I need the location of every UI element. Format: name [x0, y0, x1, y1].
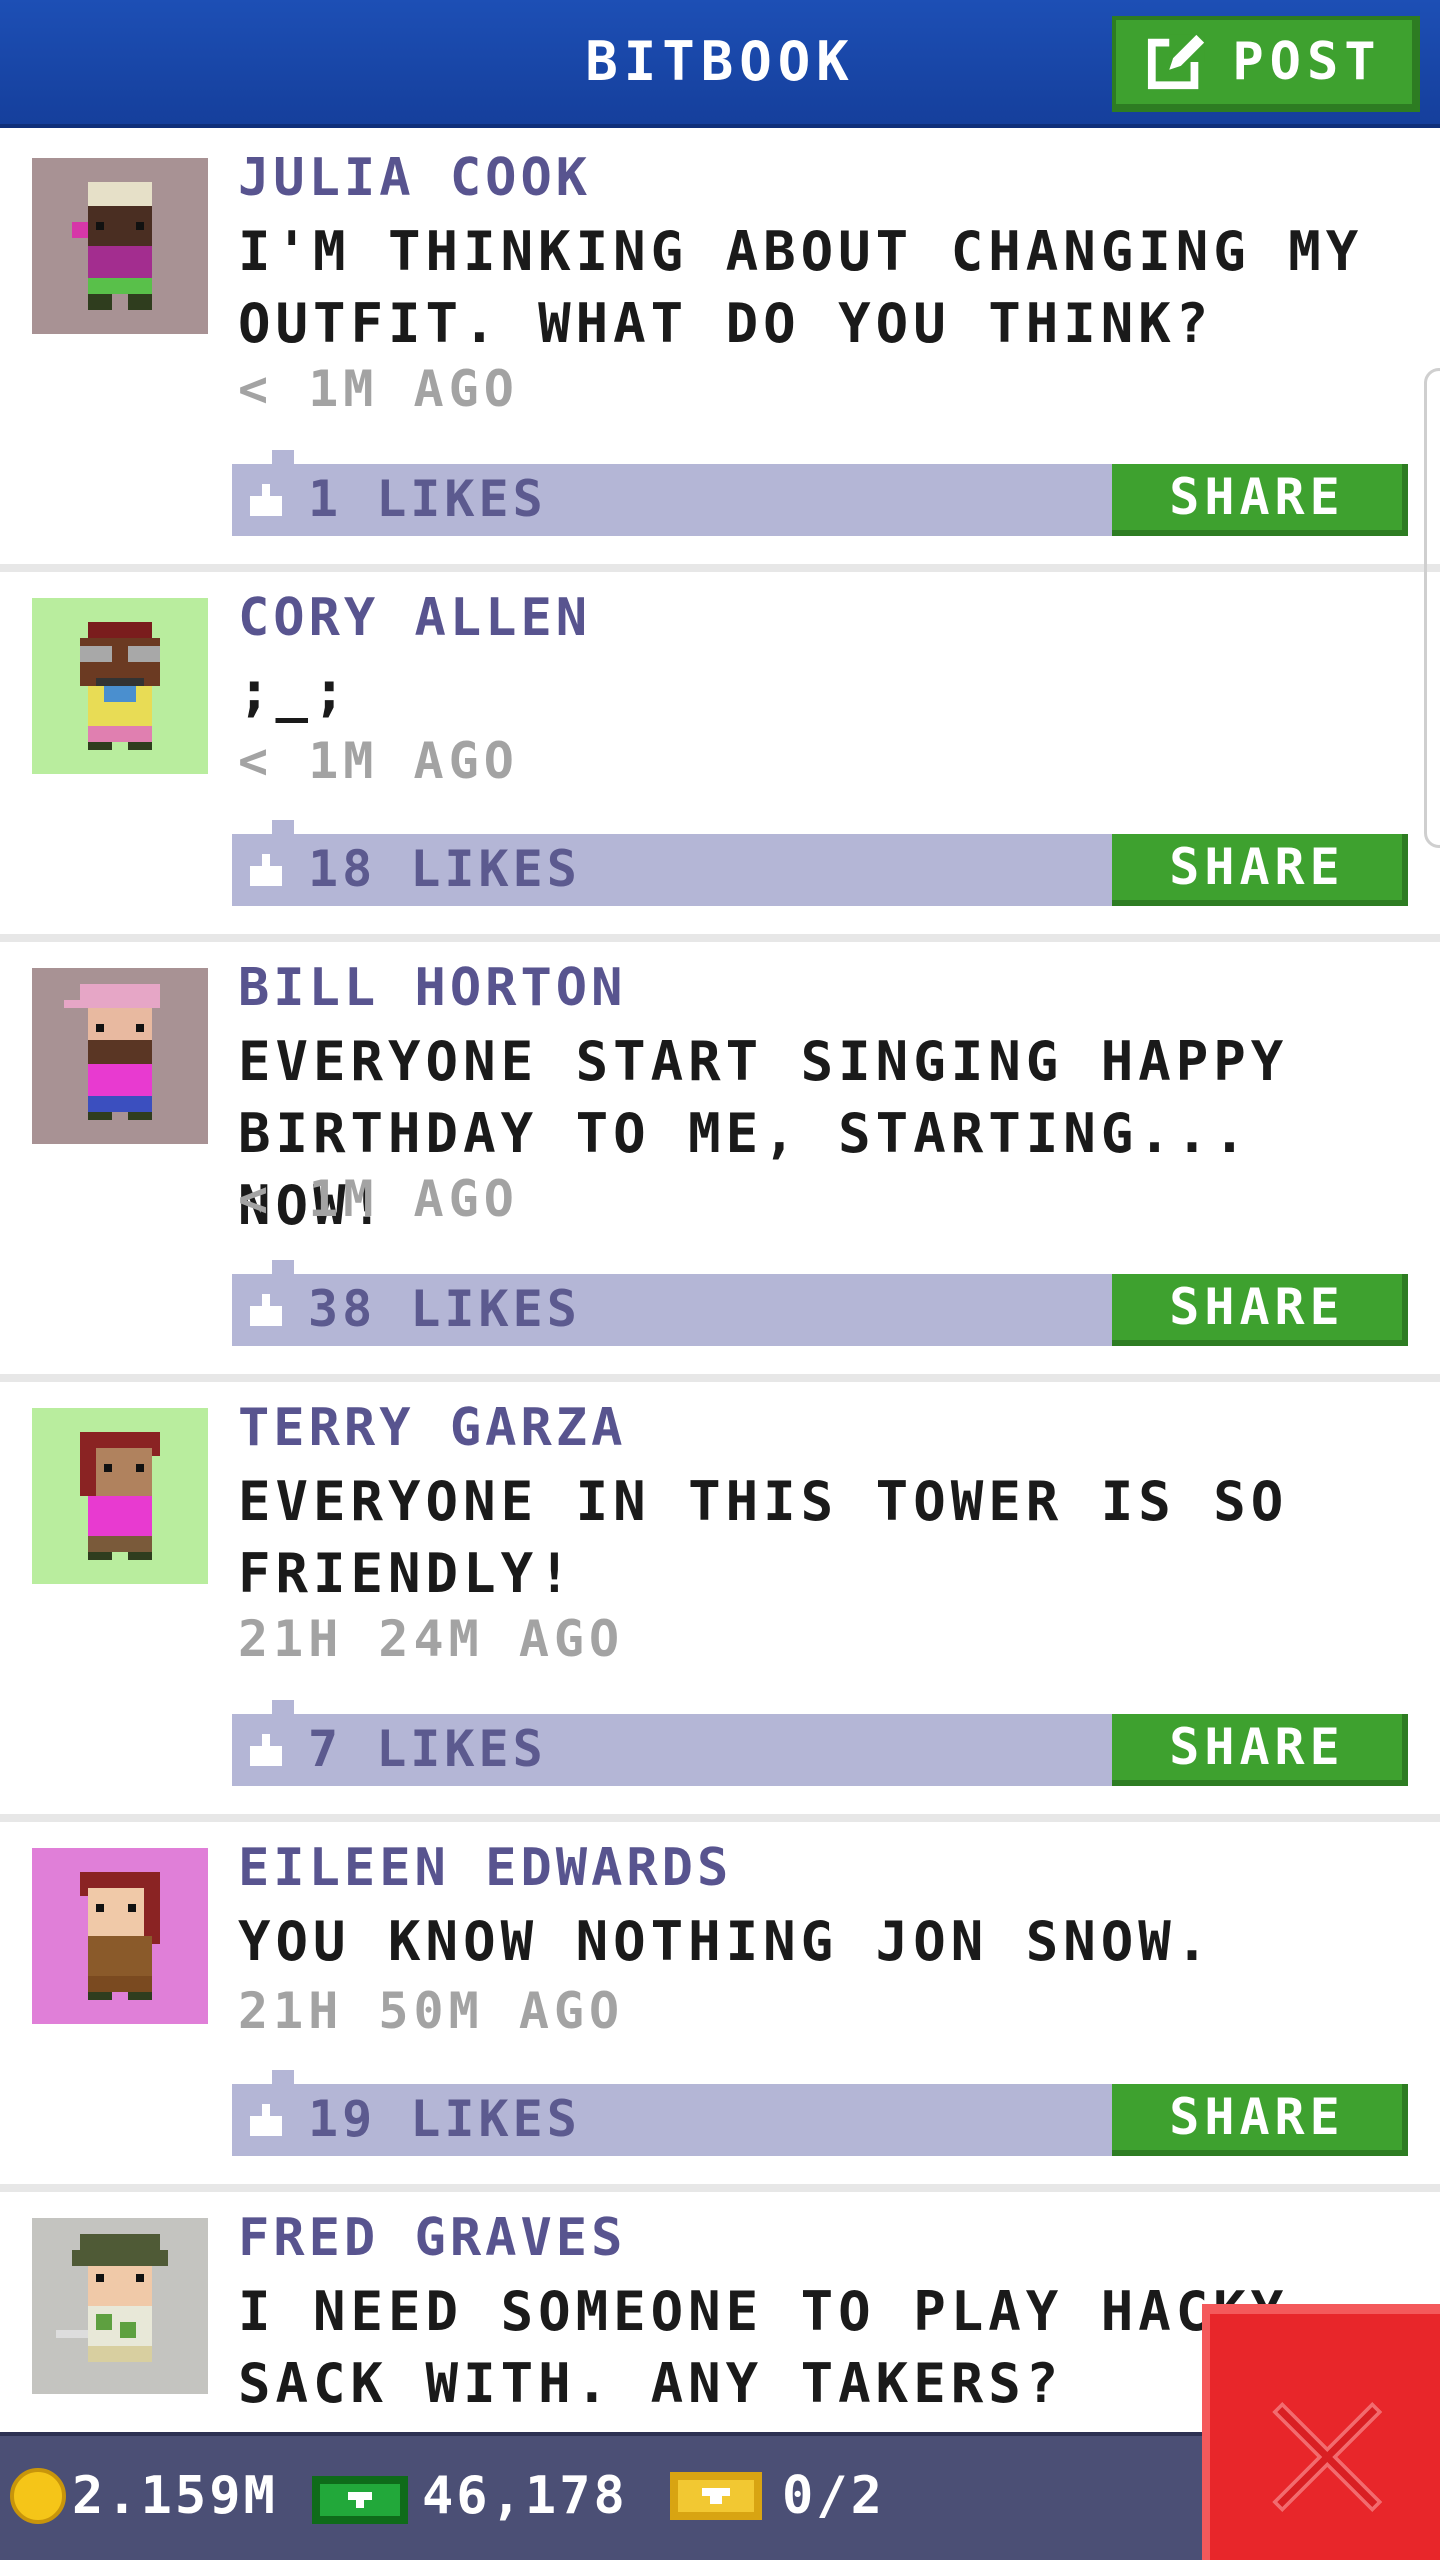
post-author[interactable]: FRED GRAVES [238, 2208, 626, 2268]
tickets-stat: 0/2 [670, 2466, 885, 2526]
likes-bar-tab [272, 2070, 294, 2086]
feed-post: EILEEN EDWARDS YOU KNOW NOTHING JON SNOW… [0, 1822, 1440, 2192]
close-button[interactable] [1202, 2304, 1440, 2560]
post-message: ;_; [238, 660, 351, 723]
tickets-value: 0/2 [782, 2466, 885, 2526]
ticket-icon [670, 2472, 762, 2520]
thumbs-up-icon[interactable] [246, 1730, 286, 1770]
coins-stat: 2.159M [10, 2466, 278, 2526]
likes-bar: 18 LIKES SHARE [232, 820, 1408, 906]
share-button[interactable]: SHARE [1112, 2084, 1408, 2156]
avatar[interactable] [32, 158, 208, 334]
avatar[interactable] [32, 1408, 208, 1584]
feed-post: TERRY GARZA EVERYONE IN THIS TOWER IS SO… [0, 1382, 1440, 1822]
post-message: I'M THINKING ABOUT CHANGING MY OUTFIT. W… [238, 220, 1364, 355]
share-button[interactable]: SHARE [1112, 464, 1408, 536]
post-message: YOU KNOW NOTHING JON SNOW. [238, 1910, 1214, 1973]
likes-bar-tab [272, 1700, 294, 1716]
app-header: BITBOOK POST [0, 0, 1440, 128]
scroll-indicator [1424, 368, 1440, 848]
thumbs-up-icon[interactable] [246, 850, 286, 890]
bux-value: 46,178 [422, 2466, 628, 2526]
bux-stat: 46,178 [312, 2466, 628, 2526]
share-button[interactable]: SHARE [1112, 1274, 1408, 1346]
feed-post: JULIA COOK I'M THINKING ABOUT CHANGING M… [0, 132, 1440, 572]
share-button[interactable]: SHARE [1112, 834, 1408, 906]
likes-bar-tab [272, 1260, 294, 1276]
post-message: EVERYONE IN THIS TOWER IS SO FRIENDLY! [238, 1470, 1289, 1605]
likes-count: 1 LIKES [308, 470, 547, 528]
post-time: 21H 50M AGO [238, 1982, 625, 2040]
thumbs-up-icon[interactable] [246, 2100, 286, 2140]
likes-count: 18 LIKES [308, 840, 581, 898]
post-author[interactable]: CORY ALLEN [238, 588, 591, 648]
post-time: < 1M AGO [238, 1170, 519, 1228]
close-icon [1272, 2402, 1382, 2512]
post-time: 21H 24M AGO [238, 1610, 625, 1668]
likes-bar-tab [272, 820, 294, 836]
avatar[interactable] [32, 968, 208, 1144]
share-button[interactable]: SHARE [1112, 1714, 1408, 1786]
likes-bar: 7 LIKES SHARE [232, 1700, 1408, 1786]
thumbs-up-icon[interactable] [246, 480, 286, 520]
post-author[interactable]: EILEEN EDWARDS [238, 1838, 732, 1898]
bux-icon [312, 2476, 408, 2524]
post-time: < 1M AGO [238, 732, 519, 790]
post-author[interactable]: BILL HORTON [238, 958, 626, 1018]
likes-bar-tab [272, 450, 294, 466]
avatar[interactable] [32, 598, 208, 774]
post-author[interactable]: TERRY GARZA [238, 1398, 626, 1458]
post-button-label: POST [1232, 32, 1382, 92]
post-button[interactable]: POST [1112, 16, 1420, 112]
thumbs-up-icon[interactable] [246, 1290, 286, 1330]
coins-value: 2.159M [72, 2466, 278, 2526]
coin-icon [10, 2468, 66, 2524]
post-author[interactable]: JULIA COOK [238, 148, 591, 208]
likes-count: 38 LIKES [308, 1280, 581, 1338]
avatar[interactable] [32, 1848, 208, 2024]
likes-bar: 1 LIKES SHARE [232, 450, 1408, 536]
likes-count: 7 LIKES [308, 1720, 547, 1778]
likes-count: 19 LIKES [308, 2090, 581, 2148]
feed-post: CORY ALLEN ;_; < 1M AGO 18 LIKES SHARE [0, 572, 1440, 942]
likes-bar: 19 LIKES SHARE [232, 2070, 1408, 2156]
likes-bar: 38 LIKES SHARE [232, 1260, 1408, 1346]
compose-icon [1148, 34, 1205, 90]
feed-post: BILL HORTON EVERYONE START SINGING HAPPY… [0, 942, 1440, 1382]
post-time: < 1M AGO [238, 360, 519, 418]
avatar[interactable] [32, 2218, 208, 2394]
